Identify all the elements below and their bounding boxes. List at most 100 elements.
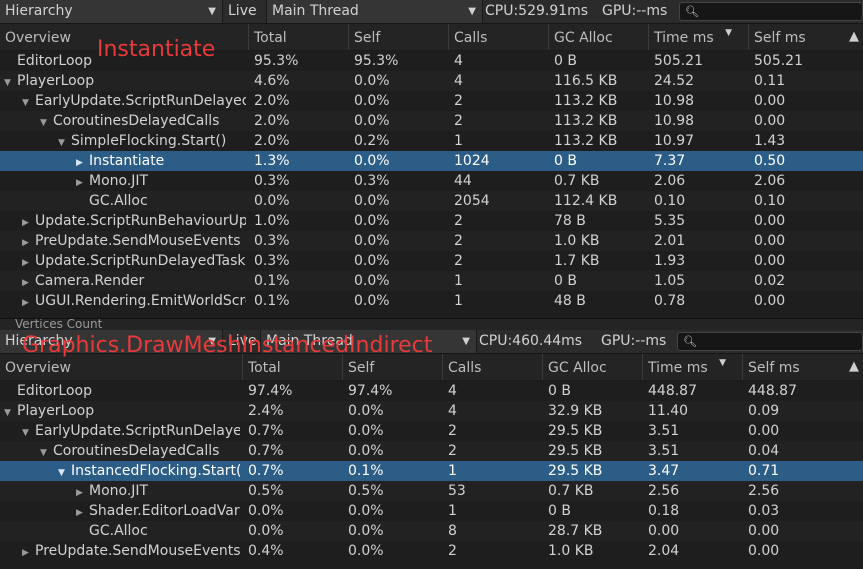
expand-closed-icon[interactable]: ▶ — [76, 173, 89, 191]
cell-time: 2.01 — [654, 233, 686, 249]
col-self-ms[interactable]: Self ms — [742, 354, 842, 380]
table-row[interactable]: ▼ CoroutinesDelayedCalls 2.0% 0.0% 2 113.2 KB… — [0, 111, 863, 131]
expand-closed-icon[interactable]: ▶ — [22, 543, 35, 561]
expand-closed-icon[interactable]: ▶ — [76, 483, 89, 501]
cell-gc: 116.5 KB — [554, 73, 618, 89]
col-self[interactable]: Self — [348, 24, 448, 50]
table-row[interactable]: ▶Shader.EditorLoadVariant 0.0% 0.0% 1 0 B 0.1… — [0, 501, 863, 521]
cell-total: 0.4% — [248, 543, 284, 559]
cell-time: 0.00 — [648, 523, 680, 539]
expand-closed-icon[interactable]: ▶ — [22, 253, 35, 271]
cell-calls: 1 — [454, 273, 463, 289]
table-row-selected[interactable]: ▶ Instantiate 1.3% 0.0% 1024 0 B 7.37 0.50 — [0, 151, 863, 171]
table-row[interactable]: ▶Update.ScriptRunBehaviourUpdate 1.0% 0.0%… — [0, 211, 863, 231]
magnifier-icon: 🔍︎ — [683, 335, 697, 348]
table-row[interactable]: ▼ PlayerLoop 4.6% 0.0% 4 116.5 KB 24.52 0.11 — [0, 71, 863, 91]
cell-total: 95.3% — [254, 53, 299, 69]
expand-closed-icon[interactable]: ▶ — [22, 273, 35, 291]
table-row[interactable]: ▶UGUI.Rendering.EmitWorldScreenspaceCame… — [0, 291, 863, 311]
cpu-time: CPU:460.44ms — [479, 333, 583, 349]
row-name: Camera.Render — [35, 273, 145, 289]
cell-calls: 1024 — [454, 153, 490, 169]
dropdown-arrow-icon: ▼ — [468, 6, 476, 17]
cell-total: 2.0% — [254, 113, 290, 129]
thread-dropdown[interactable]: Main Thread ▼ — [266, 0, 483, 23]
expand-closed-icon[interactable]: ▶ — [22, 233, 35, 251]
sort-descending-icon: ▼ — [725, 28, 732, 38]
expand-open-icon[interactable]: ▼ — [40, 113, 53, 131]
cell-total: 0.5% — [248, 483, 284, 499]
row-name-cell: ▼ CoroutinesDelayedCalls — [40, 111, 246, 131]
row-name: Shader.EditorLoadVariant — [89, 503, 240, 519]
row-name: PreUpdate.SendMouseEvents — [35, 233, 241, 249]
cell-self: 0.0% — [354, 193, 390, 209]
cell-calls: 44 — [454, 173, 472, 189]
cell-total: 0.7% — [248, 423, 284, 439]
col-calls[interactable]: Calls — [448, 24, 548, 50]
cell-total: 0.3% — [254, 233, 290, 249]
cell-self: 0.0% — [348, 523, 384, 539]
expand-closed-icon[interactable]: ▶ — [22, 293, 35, 311]
cell-gc: 0 B — [554, 53, 577, 69]
table-row[interactable]: GC.Alloc 0.0% 0.0% 8 28.7 KB 0.00 0.00 — [0, 521, 863, 541]
expand-open-icon[interactable]: ▼ — [58, 463, 71, 481]
col-gc-alloc[interactable]: GC Alloc — [548, 24, 648, 50]
table-row[interactable]: ▶ PreUpdate.SendMouseEvents 0.4% 0.0% 2 1.0 K… — [0, 541, 863, 561]
table-row[interactable]: ▶ Update.ScriptRunDelayedTasks 0.3% 0.0% 2 1.… — [0, 251, 863, 271]
row-name-cell: ▼EarlyUpdate.ScriptRunDelayedDynamicFram… — [22, 91, 246, 111]
table-row[interactable]: EditorLoop 97.4% 97.4% 4 0 B 448.87 448.87 — [0, 381, 863, 401]
cell-gc: 29.5 KB — [548, 423, 603, 439]
search-input[interactable]: 🔍︎ — [679, 2, 863, 21]
row-name: Mono.JIT — [89, 173, 149, 189]
table-row[interactable]: ▼ PlayerLoop 2.4% 0.0% 4 32.9 KB 11.40 0.09 — [0, 401, 863, 421]
scroll-up-icon[interactable]: ▲ — [849, 24, 863, 50]
table-row[interactable]: ▶ PreUpdate.SendMouseEvents 0.3% 0.0% 2 1.0 K… — [0, 231, 863, 251]
expand-open-icon[interactable]: ▼ — [22, 93, 35, 111]
cell-selfms: 2.06 — [754, 173, 786, 189]
expand-open-icon[interactable]: ▼ — [40, 443, 53, 461]
expand-open-icon[interactable]: ▼ — [4, 73, 17, 91]
table-row[interactable]: ▼EarlyUpdate.ScriptRunDelayedDynamicFram… — [0, 91, 863, 111]
col-calls[interactable]: Calls — [442, 354, 542, 380]
table-row[interactable]: ▶ Mono.JIT 0.5% 0.5% 53 0.7 KB 2.56 2.56 — [0, 481, 863, 501]
col-gc-alloc[interactable]: GC Alloc — [542, 354, 642, 380]
scroll-up-icon[interactable]: ▲ — [849, 354, 863, 380]
cell-gc: 0.7 KB — [548, 483, 594, 499]
cell-total: 2.0% — [254, 93, 290, 109]
cell-total: 2.4% — [248, 403, 284, 419]
table-row[interactable]: ▶ Mono.JIT 0.3% 0.3% 44 0.7 KB 2.06 2.06 — [0, 171, 863, 191]
cell-time: 11.40 — [648, 403, 689, 419]
expand-open-icon[interactable]: ▼ — [22, 423, 35, 441]
table-row[interactable]: ▼EarlyUpdate.ScriptRunDelayedDynamicFram… — [0, 421, 863, 441]
cell-total: 1.0% — [254, 213, 290, 229]
cell-gc: 1.0 KB — [554, 233, 600, 249]
expand-closed-icon[interactable]: ▶ — [76, 153, 89, 171]
col-total[interactable]: Total — [248, 24, 348, 50]
cell-self: 0.0% — [348, 403, 384, 419]
table-row[interactable]: ▶ Camera.Render 0.1% 0.0% 1 0 B 1.05 0.02 — [0, 271, 863, 291]
expand-open-icon[interactable]: ▼ — [58, 133, 71, 151]
cell-self: 0.0% — [354, 253, 390, 269]
row-name-cell: ▶ PreUpdate.SendMouseEvents — [22, 541, 240, 561]
table-row-selected[interactable]: ▼ InstancedFlocking.Start() 0.7% 0.1% 1 29.5 … — [0, 461, 863, 481]
col-time-ms[interactable]: Time ms ▼ — [648, 24, 748, 50]
col-self-ms[interactable]: Self ms — [748, 24, 848, 50]
expand-open-icon[interactable]: ▼ — [4, 403, 17, 421]
live-toggle[interactable]: Live — [224, 0, 268, 23]
cell-total: 2.0% — [254, 133, 290, 149]
cell-calls: 2 — [454, 233, 463, 249]
table-row[interactable]: ▼ SimpleFlocking.Start() 2.0% 0.2% 1 113.2 KB… — [0, 131, 863, 151]
row-name: CoroutinesDelayedCalls — [53, 443, 220, 459]
annotation-label: Graphics.DrawMeshInstancedIndirect — [22, 333, 433, 358]
row-name: PlayerLoop — [17, 73, 95, 89]
view-dropdown[interactable]: Hierarchy ▼ — [0, 0, 223, 23]
table-row[interactable]: ▼ CoroutinesDelayedCalls 0.7% 0.0% 2 29.5 KB 3… — [0, 441, 863, 461]
col-time-ms[interactable]: Time ms ▼ — [642, 354, 742, 380]
expand-closed-icon[interactable]: ▶ — [76, 503, 89, 521]
cell-calls: 4 — [448, 403, 457, 419]
search-input[interactable]: 🔍︎ — [677, 332, 863, 351]
row-name-cell: ▼ PlayerLoop — [4, 71, 246, 91]
table-row[interactable]: GC.Alloc 0.0% 0.0% 2054 112.4 KB 0.10 0.10 — [0, 191, 863, 211]
cell-self: 0.0% — [354, 273, 390, 289]
expand-closed-icon[interactable]: ▶ — [22, 213, 35, 231]
